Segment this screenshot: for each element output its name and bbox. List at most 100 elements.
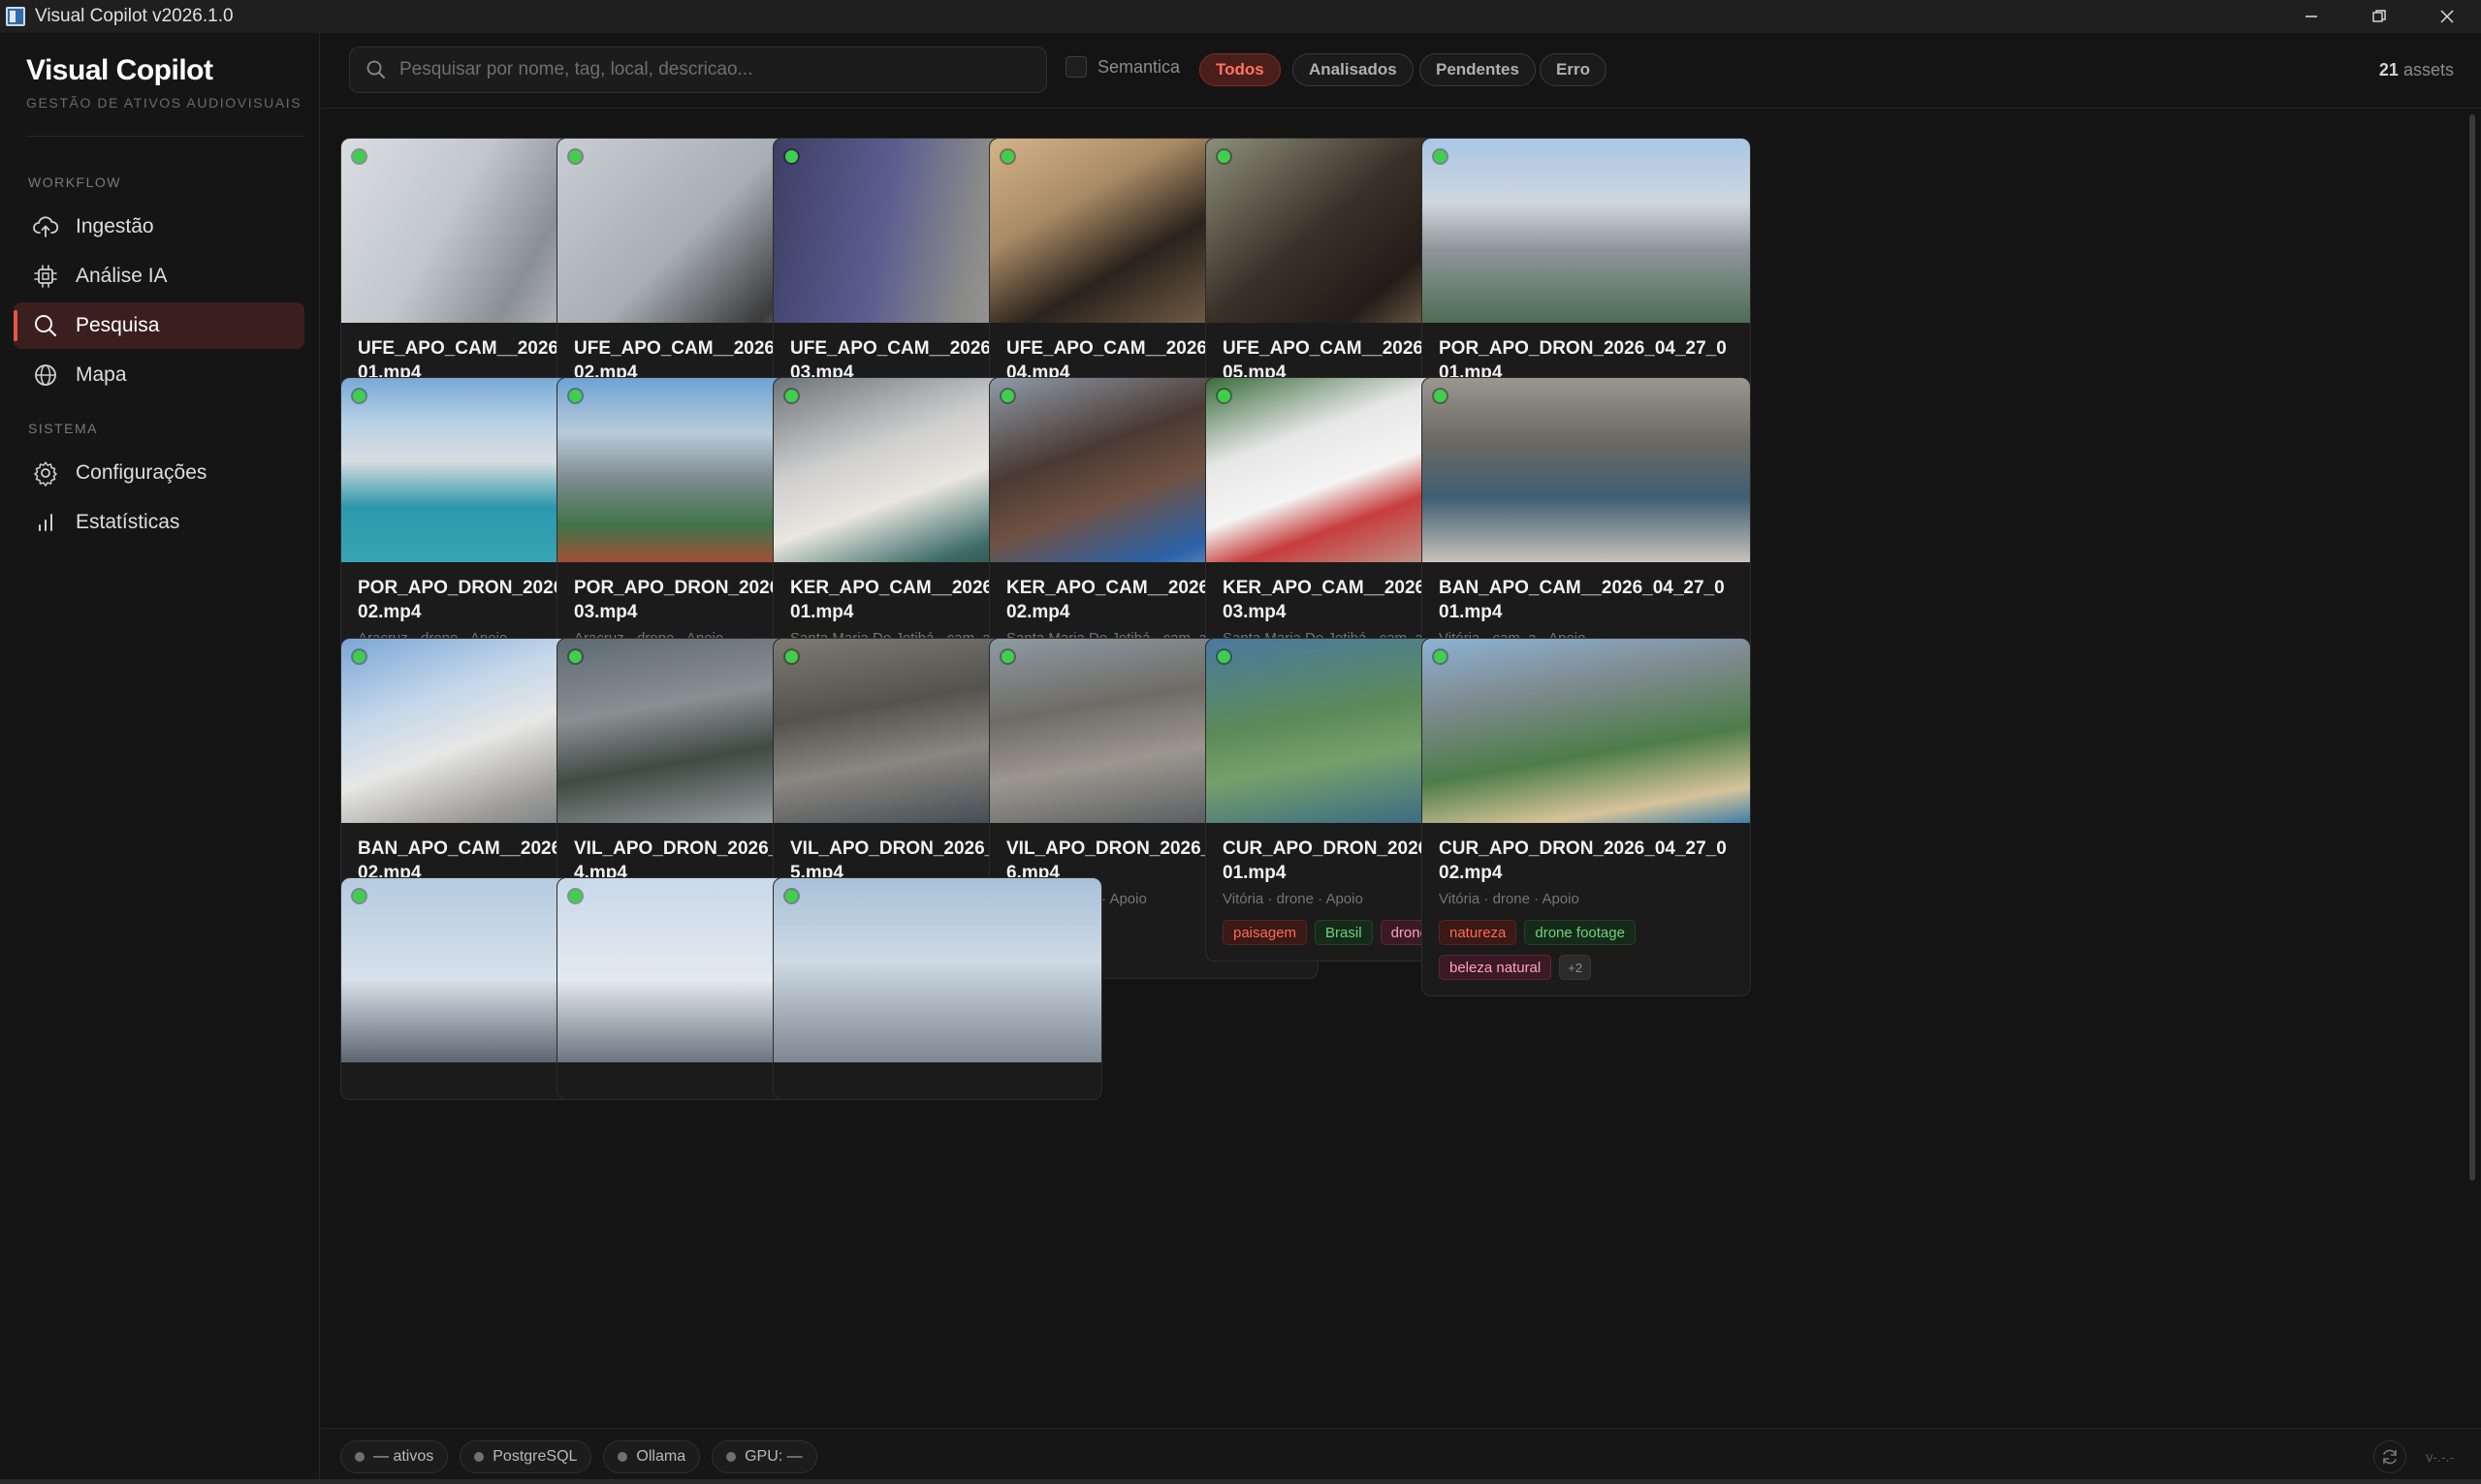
filter-todos[interactable]: Todos — [1199, 53, 1281, 86]
sidebar-item-label: Análise IA — [76, 265, 168, 287]
asset-thumbnail[interactable] — [774, 878, 1101, 1062]
minimize-button[interactable] — [2277, 0, 2345, 33]
status-dot — [355, 1451, 365, 1462]
asset-tag[interactable]: beleza natural — [1439, 955, 1552, 980]
asset-filename: BAN_APO_CAM__2026_04_27_0 01.mp4 — [1439, 578, 1725, 622]
status-dot — [618, 1451, 628, 1462]
status-assets: — ativos — [340, 1439, 449, 1473]
sidebar-item-estatisticas[interactable]: Estatísticas — [14, 499, 304, 546]
sidebar-item-label: Mapa — [76, 363, 127, 386]
analysis-status-dot — [569, 150, 582, 163]
asset-thumbnail[interactable] — [1422, 139, 1750, 323]
filter-analisados[interactable]: Analisados — [1292, 53, 1414, 86]
filter-pendentes[interactable]: Pendentes — [1419, 53, 1536, 86]
status-dot — [726, 1451, 737, 1462]
brand-name: Visual Copilot — [26, 54, 213, 86]
asset-filename: CUR_APO_DRON_2026_04_27_0 02.mp4 — [1439, 838, 1727, 883]
analysis-status-dot — [353, 390, 366, 402]
search-box[interactable] — [349, 47, 1047, 93]
close-icon — [2440, 10, 2454, 23]
status-label: — ativos — [373, 1447, 434, 1465]
sidebar-item-label: Estatísticas — [76, 511, 180, 533]
analysis-status-dot — [1218, 650, 1230, 663]
asset-card[interactable] — [773, 877, 1102, 1100]
sidebar-item-label: Configurações — [76, 461, 207, 484]
brand-tagline: GESTÃO DE ATIVOS AUDIOVISUAIS — [26, 95, 302, 111]
asset-meta: Vitória · drone · Apoio — [1439, 891, 1579, 907]
analysis-status-dot — [1434, 390, 1447, 402]
minimize-icon — [2306, 16, 2317, 17]
asset-tag[interactable]: natureza — [1439, 920, 1517, 945]
workflow-section-label: WORKFLOW — [28, 174, 121, 190]
filter-erro[interactable]: Erro — [1540, 53, 1606, 86]
analysis-status-dot — [785, 890, 798, 902]
analysis-status-dot — [569, 890, 582, 902]
status-ollama: Ollama — [603, 1439, 701, 1473]
asset-tags: natureza drone footage beleza natural +2 — [1422, 907, 1750, 995]
asset-thumbnail[interactable] — [1422, 639, 1750, 823]
window-controls — [2277, 0, 2481, 33]
gear-icon — [31, 458, 60, 488]
system-section-label: SISTEMA — [28, 421, 98, 436]
refresh-icon — [2383, 1449, 2398, 1465]
analysis-status-dot — [353, 890, 366, 902]
analysis-status-dot — [1002, 150, 1014, 163]
semantic-label: Semantica — [1097, 56, 1181, 77]
bar-chart-icon — [31, 508, 60, 537]
restore-button[interactable] — [2345, 0, 2413, 33]
status-label: Ollama — [636, 1447, 686, 1465]
grid-scrollbar[interactable] — [2469, 114, 2475, 1181]
analysis-status-dot — [785, 390, 798, 402]
status-label: PostgreSQL — [493, 1447, 578, 1465]
asset-tag[interactable]: drone footage — [1524, 920, 1636, 945]
status-bar: — ativos PostgreSQL Ollama GPU: — v-.-.- — [321, 1428, 2481, 1484]
analysis-status-dot — [1434, 150, 1447, 163]
asset-card[interactable]: CUR_APO_DRON_2026_04_27_0 02.mp4 Vitória … — [1421, 638, 1751, 996]
brand: Visual Copilot GESTÃO DE ATIVOS AUDIOVIS… — [26, 54, 302, 111]
restore-icon — [2372, 10, 2386, 22]
window-bottom-edge — [0, 1479, 2481, 1484]
analysis-status-dot — [1218, 150, 1230, 163]
asset-count: 21 assets — [2379, 60, 2454, 80]
title-bar: Visual Copilot v2026.1.0 — [0, 0, 2481, 33]
status-label: GPU: — — [745, 1447, 803, 1465]
asset-filename: POR_APO_DRON_2026_04_27_0 01.mp4 — [1439, 338, 1727, 383]
status-dot — [474, 1451, 485, 1462]
semantic-checkbox[interactable] — [1066, 56, 1087, 78]
sidebar-item-label: Ingestão — [76, 215, 154, 237]
search-input[interactable] — [399, 59, 1046, 80]
globe-icon — [31, 361, 60, 390]
cloud-upload-icon — [31, 212, 60, 241]
analysis-status-dot — [1434, 650, 1447, 663]
asset-tag[interactable]: Brasil — [1315, 920, 1373, 945]
analysis-status-dot — [569, 390, 582, 402]
sidebar-item-ingestao[interactable]: Ingestão — [14, 204, 304, 250]
app-version: v-.-.- — [2426, 1449, 2454, 1465]
sidebar-item-pesquisa[interactable]: Pesquisa — [14, 302, 304, 349]
semantic-toggle[interactable]: Semantica — [1066, 56, 1180, 78]
asset-thumbnail[interactable] — [1422, 378, 1750, 562]
search-icon — [31, 311, 60, 340]
sidebar-item-label: Pesquisa — [76, 314, 160, 336]
analysis-status-dot — [1002, 650, 1014, 663]
asset-count-number: 21 — [2378, 60, 2399, 79]
status-gpu: GPU: — — [712, 1439, 817, 1473]
analysis-status-dot — [785, 650, 798, 663]
analysis-status-dot — [1218, 390, 1230, 402]
chip-icon — [31, 262, 60, 291]
analysis-status-dot — [785, 150, 798, 163]
search-icon — [366, 60, 385, 79]
close-button[interactable] — [2413, 0, 2481, 33]
refresh-button[interactable] — [2373, 1440, 2407, 1473]
more-tags-badge[interactable]: +2 — [1559, 955, 1592, 980]
status-postgresql: PostgreSQL — [460, 1439, 592, 1473]
sidebar-item-configuracoes[interactable]: Configurações — [14, 450, 304, 496]
asset-tag[interactable]: paisagem — [1223, 920, 1308, 945]
sidebar: Visual Copilot GESTÃO DE ATIVOS AUDIOVIS… — [0, 33, 320, 1484]
status-right: v-.-.- — [2373, 1440, 2454, 1473]
analysis-status-dot — [353, 150, 366, 163]
sidebar-item-mapa[interactable]: Mapa — [14, 352, 304, 398]
sidebar-item-analise-ia[interactable]: Análise IA — [14, 253, 304, 300]
asset-grid: UFE_APO_CAM__2026_04_27_0 01.mp4Alegre ·… — [321, 109, 2473, 1427]
asset-count-suffix: assets — [2402, 60, 2454, 79]
